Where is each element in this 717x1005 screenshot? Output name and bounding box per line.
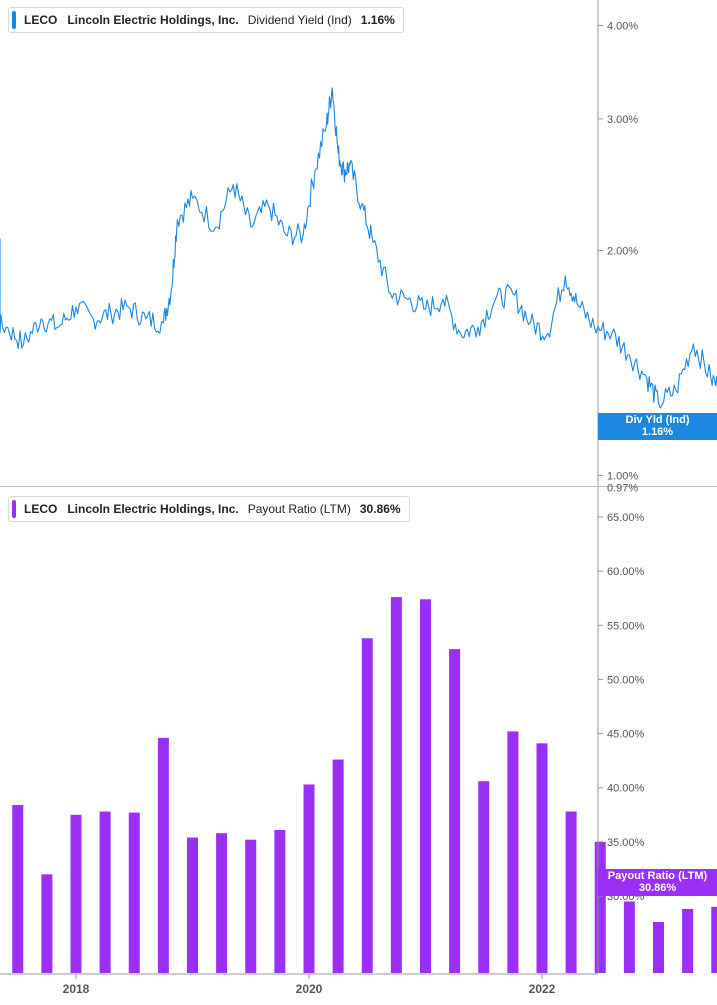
y-tick-label: 60.00% xyxy=(607,566,645,578)
legend-metric: Payout Ratio (LTM) xyxy=(247,502,351,516)
payout-bar xyxy=(187,837,198,973)
y-tick-label: 3.00% xyxy=(607,114,638,126)
payout-bar xyxy=(128,812,140,973)
payout-bar xyxy=(157,737,169,973)
x-tick-label: 2022 xyxy=(529,982,556,996)
payout-bar xyxy=(390,597,402,973)
y-min-label: 0.97% xyxy=(607,482,638,494)
payout-bar xyxy=(653,921,664,973)
tag-value: 30.86% xyxy=(638,882,677,894)
payout-bar xyxy=(682,908,694,973)
tag-label: Div Yld (Ind) xyxy=(625,414,690,426)
x-tick-label: 2018 xyxy=(63,982,90,996)
y-tick-label: 1.00% xyxy=(607,471,638,483)
tag-label: Payout Ratio (LTM) xyxy=(607,870,708,882)
y-tick-label: 40.00% xyxy=(607,783,645,795)
legend-company: Lincoln Electric Holdings, Inc. xyxy=(67,13,239,27)
dividend-yield-value-tag: Div Yld (Ind) 1.16% xyxy=(598,413,717,440)
payout-bar xyxy=(594,841,606,973)
payout-bar xyxy=(245,839,257,973)
legend-color-swatch xyxy=(12,11,16,29)
y-tick-label: 55.00% xyxy=(607,620,645,632)
payout-bar xyxy=(361,638,373,973)
y-tick-label: 65.00% xyxy=(607,512,645,524)
payout-bar xyxy=(507,731,519,973)
legend-color-swatch xyxy=(12,500,16,518)
x-axis-ticks: 20182020202220242026 xyxy=(63,974,556,996)
payout-bar xyxy=(623,901,635,973)
payout-bar xyxy=(478,781,490,973)
payout-bar xyxy=(216,833,228,973)
payout-ratio-value-tag: Payout Ratio (LTM) 30.86% xyxy=(598,869,717,896)
tag-value: 1.16% xyxy=(641,426,674,438)
legend-ticker: LECO xyxy=(24,13,58,27)
legend-value: 30.86% xyxy=(359,502,401,516)
payout-bar xyxy=(332,759,344,973)
y-tick-label: 35.00% xyxy=(607,837,645,849)
payout-bar xyxy=(420,599,431,973)
payout-bar xyxy=(12,805,24,973)
y-tick-label: 50.00% xyxy=(607,674,645,686)
y-tick-label: 45.00% xyxy=(607,729,645,741)
y-tick-label: 4.00% xyxy=(607,21,638,33)
payout-ratio-legend: LECO Lincoln Electric Holdings, Inc. Pay… xyxy=(8,496,410,522)
dividend-yield-line xyxy=(0,87,717,409)
payout-bar xyxy=(711,906,717,973)
legend-metric: Dividend Yield (Ind) xyxy=(247,13,352,27)
x-tick-label: 2020 xyxy=(296,982,323,996)
payout-bar xyxy=(70,814,82,973)
y-tick-label: 2.00% xyxy=(607,246,638,258)
payout-bar xyxy=(565,811,577,973)
legend-value: 1.16% xyxy=(360,13,395,27)
payout-bar xyxy=(274,829,286,973)
payout-bar xyxy=(536,743,548,973)
legend-ticker: LECO xyxy=(24,502,58,516)
legend-company: Lincoln Electric Holdings, Inc. xyxy=(67,502,239,516)
payout-bar xyxy=(303,784,315,973)
dividend-yield-legend: LECO Lincoln Electric Holdings, Inc. Div… xyxy=(8,7,404,33)
payout-bar xyxy=(449,649,461,973)
payout-bar xyxy=(41,874,53,973)
payout-bar xyxy=(99,811,111,973)
